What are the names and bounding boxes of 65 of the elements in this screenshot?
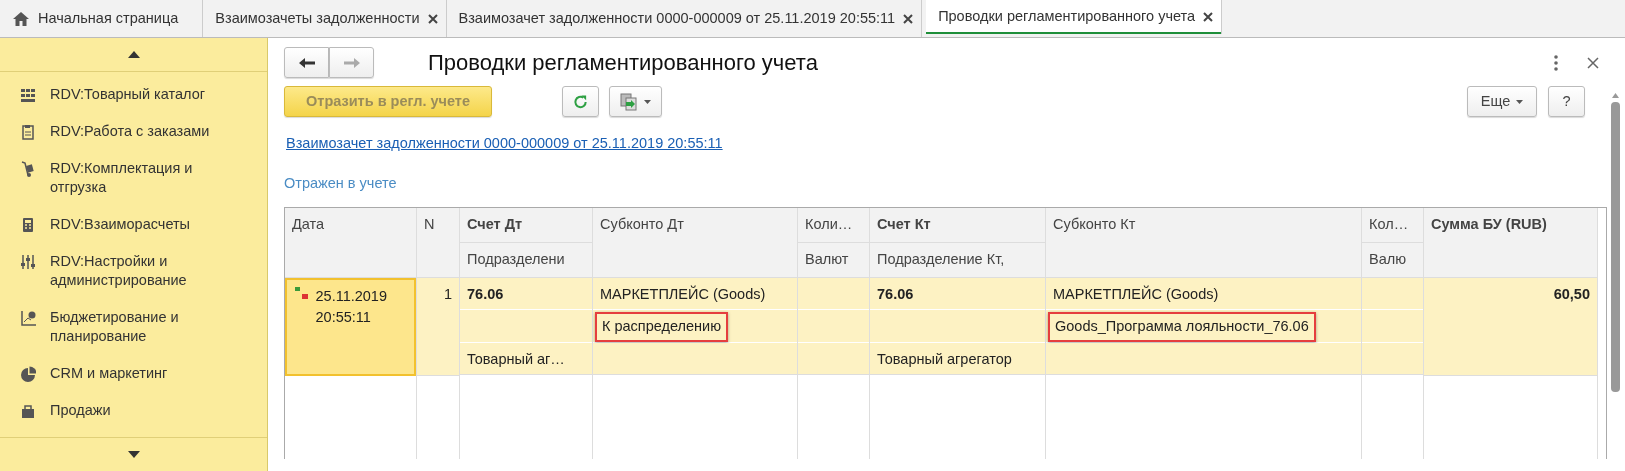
chart-axes-icon [20, 310, 36, 326]
caret-up-icon [1611, 93, 1619, 98]
calculator-icon [20, 217, 36, 233]
table-cell: 76.06 [870, 277, 1045, 310]
sidebar-item[interactable]: RDV:Комплектация и отгрузка [0, 150, 267, 206]
caret-down-icon [644, 99, 651, 104]
document-link[interactable]: Взаимозачет задолженности 0000-000009 от 25.11.2019 20:55:11 [286, 133, 723, 155]
table-cell: Goods_Программа лояльности_76.06 [1046, 310, 1361, 343]
sidebar-item[interactable]: RDV:Настройки и администрирование [0, 243, 267, 299]
documents-menu-button[interactable] [609, 86, 662, 117]
close-icon[interactable] [427, 13, 438, 24]
help-button[interactable]: ? [1548, 86, 1585, 117]
bag-icon [20, 403, 36, 419]
close-icon [1587, 56, 1599, 69]
refresh-icon [573, 93, 588, 110]
column-header[interactable]: Счет Кт [870, 207, 1045, 243]
column-header[interactable]: N [417, 207, 459, 278]
close-icon[interactable] [1203, 12, 1214, 22]
table-cell: МАРКЕТПЛЕЙС (Goods) [1046, 277, 1361, 310]
date-cell: 25.11.2019 20:55:11 [285, 277, 416, 376]
table-cell: К распределению [593, 310, 797, 343]
sidebar-item[interactable]: RDV:Товарный каталог [0, 76, 267, 113]
column-header[interactable]: Подразделение Кт, [870, 242, 1045, 278]
sliders-icon [20, 254, 36, 270]
nav-button[interactable] [284, 47, 329, 78]
sidebar-item[interactable]: CRM и маркетинг [0, 355, 267, 392]
sidebar-item[interactable]: Продажи [0, 392, 267, 429]
pie-chart-icon [20, 366, 36, 382]
column-header[interactable]: Счет Дт [460, 207, 592, 243]
table-cell: 60,50 [1424, 277, 1597, 376]
home-icon [12, 10, 30, 27]
sidebar-item[interactable]: Бюджетирование и планирование [0, 299, 267, 355]
sidebar-item[interactable]: RDV:Работа с заказами [0, 113, 267, 150]
close-icon[interactable] [903, 13, 914, 24]
column-header[interactable]: Коли… [798, 207, 869, 243]
more-options-icon [1553, 54, 1559, 71]
documents-icon [620, 92, 638, 111]
sidebar-item[interactable]: RDV:Взаиморасчеты [0, 206, 267, 243]
caret-down-icon [1516, 99, 1524, 104]
refresh-button[interactable] [562, 86, 599, 117]
scrollbar-thumb[interactable] [1610, 102, 1620, 392]
back-arrow-icon [297, 56, 316, 69]
form-title: Проводки регламентированного учета [428, 49, 818, 77]
table-cell: 76.06 [460, 277, 592, 310]
more-button[interactable]: Еще [1467, 86, 1537, 117]
hand-truck-icon [20, 161, 36, 177]
column-header[interactable]: Подразделени [460, 242, 592, 278]
column-header[interactable]: Валю [1362, 242, 1423, 278]
caret-up-icon [127, 51, 140, 58]
column-header[interactable]: Субконто Дт [593, 207, 797, 278]
grid-icon [20, 87, 36, 103]
column-header[interactable]: Валют [798, 242, 869, 278]
tab[interactable]: Проводки регламентированного учета [926, 0, 1223, 34]
caret-down-icon [127, 451, 140, 458]
column-header[interactable]: Субконто Кт [1046, 207, 1361, 278]
table-cell: Товарный аг… [460, 342, 592, 375]
table-cell: 1 [417, 277, 459, 376]
column-header[interactable]: Кол… [1362, 207, 1423, 243]
clipboard-icon [20, 124, 36, 140]
table-cell: Товарный агрегатор [870, 342, 1045, 375]
table-cell: МАРКЕТПЛЕЙС (Goods) [593, 277, 797, 310]
column-header[interactable]: Сумма БУ (RUB) [1424, 207, 1597, 278]
column-header[interactable]: Дата [285, 207, 416, 278]
status-text: Отражен в учете [284, 173, 397, 193]
forward-arrow-icon [342, 56, 361, 69]
